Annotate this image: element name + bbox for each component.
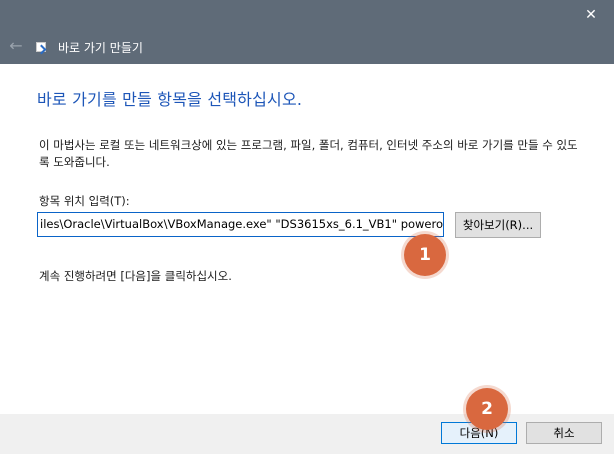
wizard-description: 이 마법사는 로컬 또는 네트워크상에 있는 프로그램, 파일, 폴더, 컴퓨터… [39,138,578,169]
step-marker-1: 1 [404,234,446,276]
wizard-nav-bar: ← 바로 가기 만들기 [0,30,614,64]
page-heading: 바로 가기를 만들 항목을 선택하십시오. [37,90,303,109]
step-marker-2: 2 [466,388,508,430]
back-arrow-icon[interactable]: ← [6,36,26,56]
wizard-footer: 다음(N) 취소 [0,414,614,454]
close-icon: ✕ [585,7,597,23]
location-field-label: 항목 위치 입력(T): [39,194,130,208]
close-button[interactable]: ✕ [568,0,614,30]
cancel-button[interactable]: 취소 [526,422,602,444]
continue-hint: 계속 진행하려면 [다음]을 클릭하십시오. [39,269,232,283]
wizard-content: 바로 가기를 만들 항목을 선택하십시오. 이 마법사는 로컬 또는 네트워크상… [0,64,614,414]
browse-button[interactable]: 찾아보기(R)... [455,212,541,238]
location-input[interactable]: iles\Oracle\VirtualBox\VBoxManage.exe" "… [37,212,444,237]
title-bar: ✕ [0,0,614,30]
window-title: 바로 가기 만들기 [58,41,143,55]
shortcut-icon [36,42,46,52]
